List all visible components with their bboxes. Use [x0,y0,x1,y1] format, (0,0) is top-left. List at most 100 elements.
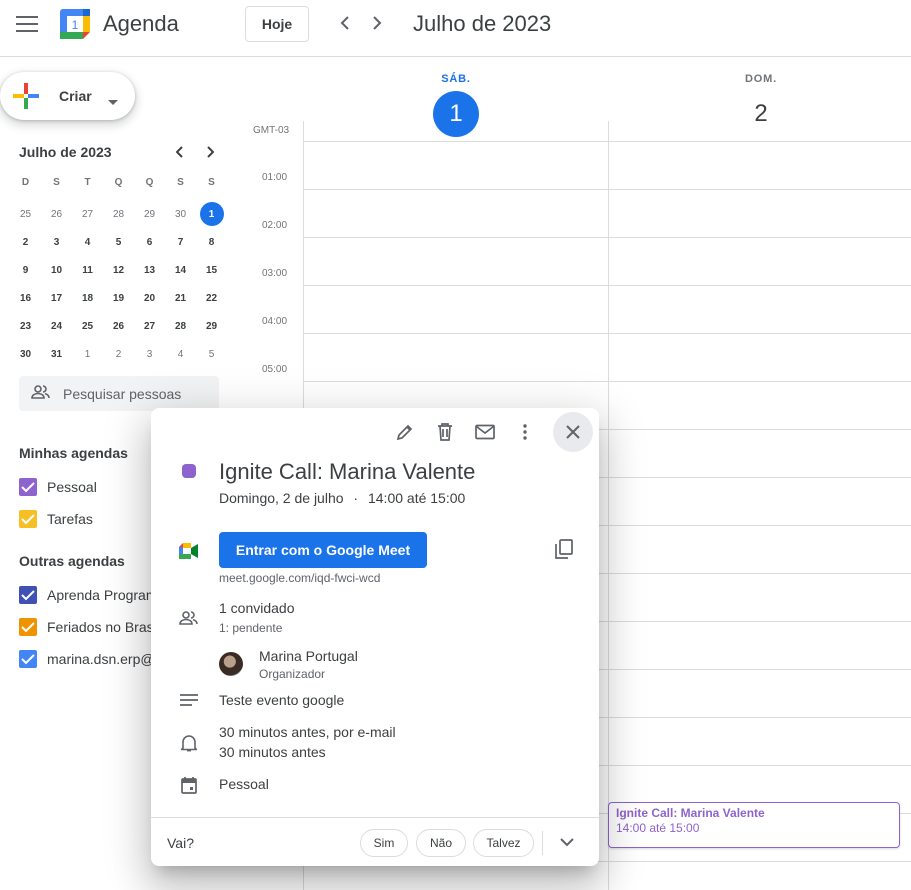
mini-day[interactable]: 25 [10,200,41,228]
mini-day[interactable]: 9 [10,256,41,284]
calendar-name: Tarefas [47,511,93,527]
checkbox[interactable] [19,586,37,604]
mini-day[interactable]: 6 [134,228,165,256]
mini-day[interactable]: 31 [41,340,72,368]
mini-day[interactable]: 11 [72,256,103,284]
calendar-list-item[interactable]: Tarefas [19,509,93,529]
mini-day[interactable]: 27 [72,200,103,228]
mini-calendar-grid: D S T Q Q S S 25 26 27 28 29 30 1 2 3 4 5 6 7 8 9 10 11 12 13 14 15… [10,172,227,368]
rsvp-yes-button[interactable]: Sim [360,829,408,857]
calendar-list-item[interactable]: Pessoal [19,477,97,497]
today-button[interactable]: Hoje [245,6,309,42]
join-meet-button[interactable]: Entrar com o Google Meet [219,532,427,568]
mini-day[interactable]: 7 [165,228,196,256]
mini-day[interactable]: 18 [72,284,103,312]
plus-icon [13,83,39,109]
grid-line [304,141,911,142]
mini-day[interactable]: 15 [196,256,227,284]
create-button[interactable]: Criar [0,72,135,120]
mini-day[interactable]: 2 [103,340,134,368]
mini-day[interactable]: 8 [196,228,227,256]
checkbox[interactable] [19,650,37,668]
my-calendars-title: Minhas agendas [19,445,128,461]
mini-day[interactable]: 30 [165,200,196,228]
chevron-down-icon[interactable] [556,833,578,856]
mini-day[interactable]: 17 [41,284,72,312]
mini-weekday-label: S [208,176,215,188]
calendar-list-item[interactable]: Aprenda Programar [19,585,170,605]
grid-line [304,381,911,382]
event-chip[interactable]: Ignite Call: Marina Valente 14:00 até 15… [608,802,900,848]
mini-day[interactable]: 10 [41,256,72,284]
people-icon [31,384,51,405]
mini-day[interactable]: 21 [165,284,196,312]
mini-day[interactable]: 22 [196,284,227,312]
mini-day-number: 7 [177,236,184,248]
day-header-saturday[interactable]: SÁB. 1 [430,73,482,137]
mini-day[interactable]: 28 [103,200,134,228]
calendar-list-item[interactable]: Feriados no Brasil [19,617,160,637]
mini-day-today[interactable]: 1 [196,200,227,228]
mini-day[interactable]: 5 [103,228,134,256]
copy-icon[interactable] [555,539,573,564]
mini-day[interactable]: 24 [41,312,72,340]
close-icon[interactable] [553,412,593,452]
mini-day-number: 16 [19,292,32,304]
mini-day[interactable]: 1 [72,340,103,368]
mini-day-number: 9 [22,264,29,276]
day-header-sunday[interactable]: DOM. 2 [735,73,787,137]
checkbox[interactable] [19,478,37,496]
checkbox[interactable] [19,618,37,636]
day-number[interactable]: 2 [738,91,784,137]
mini-day[interactable]: 25 [72,312,103,340]
mini-day[interactable]: 23 [10,312,41,340]
mini-day-number: 27 [143,320,156,332]
meet-link[interactable]: meet.google.com/iqd-fwci-wcd [219,571,380,585]
mini-day[interactable]: 30 [10,340,41,368]
chevron-right-icon[interactable] [366,12,388,34]
main-menu-icon[interactable] [16,16,38,34]
event-chip-title: Ignite Call: Marina Valente [616,806,765,820]
mini-day[interactable]: 26 [103,312,134,340]
mini-day[interactable]: 28 [165,312,196,340]
mini-day[interactable]: 4 [72,228,103,256]
event-calendar-name: Pessoal [219,776,269,792]
mini-day-number: 13 [143,264,156,276]
mini-day[interactable]: 19 [103,284,134,312]
mini-day[interactable]: 14 [165,256,196,284]
mini-day[interactable]: 2 [10,228,41,256]
more-options-icon[interactable] [513,420,537,444]
mini-day-number: 29 [143,208,156,220]
mini-day[interactable]: 12 [103,256,134,284]
search-people-input[interactable]: Pesquisar pessoas [19,376,219,411]
mini-day[interactable]: 29 [196,312,227,340]
divider [542,831,543,855]
mini-day[interactable]: 13 [134,256,165,284]
current-period-title: Julho de 2023 [413,11,552,36]
mini-day[interactable]: 4 [165,340,196,368]
event-color-swatch [182,464,196,478]
calendar-list-item[interactable]: marina.dsn.erp@ [19,649,155,669]
mini-day[interactable]: 26 [41,200,72,228]
edit-icon[interactable] [393,420,417,444]
mini-day[interactable]: 16 [10,284,41,312]
mini-day[interactable]: 20 [134,284,165,312]
mini-day[interactable]: 27 [134,312,165,340]
mini-day[interactable]: 29 [134,200,165,228]
mini-prev-month-icon[interactable] [170,143,190,161]
mini-day-number: 12 [112,264,125,276]
delete-icon[interactable] [433,420,457,444]
email-icon[interactable] [473,420,497,444]
mini-day[interactable]: 3 [41,228,72,256]
chevron-left-icon[interactable] [334,12,356,34]
mini-day-number: 28 [112,208,125,220]
bell-icon [178,732,200,754]
mini-day[interactable]: 5 [196,340,227,368]
rsvp-no-button[interactable]: Não [416,829,466,857]
mini-next-month-icon[interactable] [200,143,220,161]
mini-day[interactable]: 3 [134,340,165,368]
hour-label: 05:00 [262,364,288,375]
rsvp-maybe-button[interactable]: Talvez [473,829,534,857]
day-number-today[interactable]: 1 [433,91,479,137]
checkbox[interactable] [19,510,37,528]
